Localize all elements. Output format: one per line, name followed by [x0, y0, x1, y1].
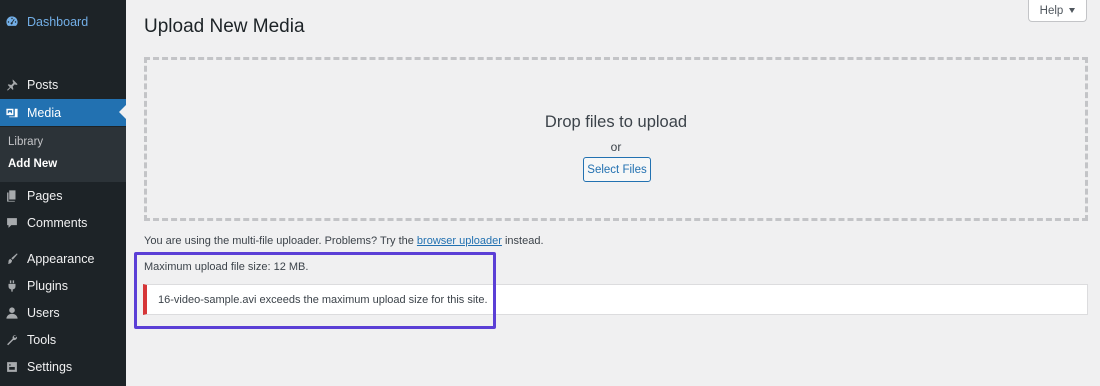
- sidebar-item-label: Appearance: [27, 251, 95, 266]
- sidebar-item-plugins[interactable]: Plugins: [0, 272, 126, 299]
- or-separator: or: [610, 140, 622, 154]
- pin-icon: [5, 78, 19, 92]
- sidebar-item-media[interactable]: Media: [0, 99, 126, 126]
- sidebar-item-users[interactable]: Users: [0, 299, 126, 326]
- admin-sidebar: Dashboard Posts Media Library Add New Pa…: [0, 0, 126, 386]
- caret-down-icon: [1069, 8, 1076, 13]
- sidebar-item-comments[interactable]: Comments: [0, 209, 126, 236]
- sidebar-item-label: Dashboard: [27, 14, 89, 29]
- sidebar-item-settings[interactable]: Settings: [0, 353, 126, 380]
- error-message: 16-video-sample.avi exceeds the maximum …: [158, 293, 488, 306]
- sidebar-item-posts[interactable]: Posts: [0, 71, 126, 98]
- sidebar-item-label: Tools: [27, 332, 57, 347]
- submenu-item-library[interactable]: Library: [8, 136, 43, 148]
- sidebar-item-tools[interactable]: Tools: [0, 326, 126, 353]
- page-title: Upload New Media: [144, 16, 305, 37]
- submenu-item-add-new[interactable]: Add New: [8, 158, 57, 170]
- sidebar-item-label: Media: [27, 105, 62, 120]
- uploader-note-text: You are using the multi-file uploader. P…: [144, 235, 417, 247]
- dashboard-icon: [5, 15, 19, 29]
- sidebar-item-label: Users: [27, 305, 60, 320]
- sidebar-item-dashboard[interactable]: Dashboard: [0, 8, 126, 35]
- media-submenu: Library Add New: [0, 127, 126, 182]
- uploader-note-suffix: instead.: [501, 235, 544, 247]
- sidebar-item-label: Comments: [27, 215, 88, 230]
- upload-error-notice: 16-video-sample.avi exceeds the maximum …: [143, 284, 1088, 315]
- pages-icon: [5, 189, 19, 203]
- active-menu-arrow: [119, 105, 126, 119]
- sidebar-item-label: Pages: [27, 188, 63, 203]
- help-label: Help: [1039, 4, 1064, 17]
- user-icon: [5, 306, 19, 320]
- drop-instructions: Drop files to upload: [544, 113, 688, 131]
- help-button[interactable]: Help: [1028, 0, 1087, 22]
- browser-uploader-link[interactable]: browser uploader: [417, 235, 502, 247]
- settings-icon: [5, 360, 19, 374]
- max-upload-size: Maximum upload file size: 12 MB.: [144, 261, 309, 273]
- uploader-note: You are using the multi-file uploader. P…: [144, 235, 544, 247]
- paintbrush-icon: [5, 252, 19, 266]
- sidebar-item-label: Posts: [27, 77, 59, 92]
- wrench-icon: [5, 333, 19, 347]
- upload-drop-zone[interactable]: Drop files to upload or Select Files: [144, 57, 1088, 221]
- sidebar-item-pages[interactable]: Pages: [0, 182, 126, 209]
- sidebar-item-appearance[interactable]: Appearance: [0, 245, 126, 272]
- media-icon: [5, 106, 19, 120]
- plugin-icon: [5, 279, 19, 293]
- comment-icon: [5, 216, 19, 230]
- sidebar-item-label: Plugins: [27, 278, 68, 293]
- sidebar-item-label: Settings: [27, 359, 73, 374]
- select-files-button[interactable]: Select Files: [583, 157, 651, 182]
